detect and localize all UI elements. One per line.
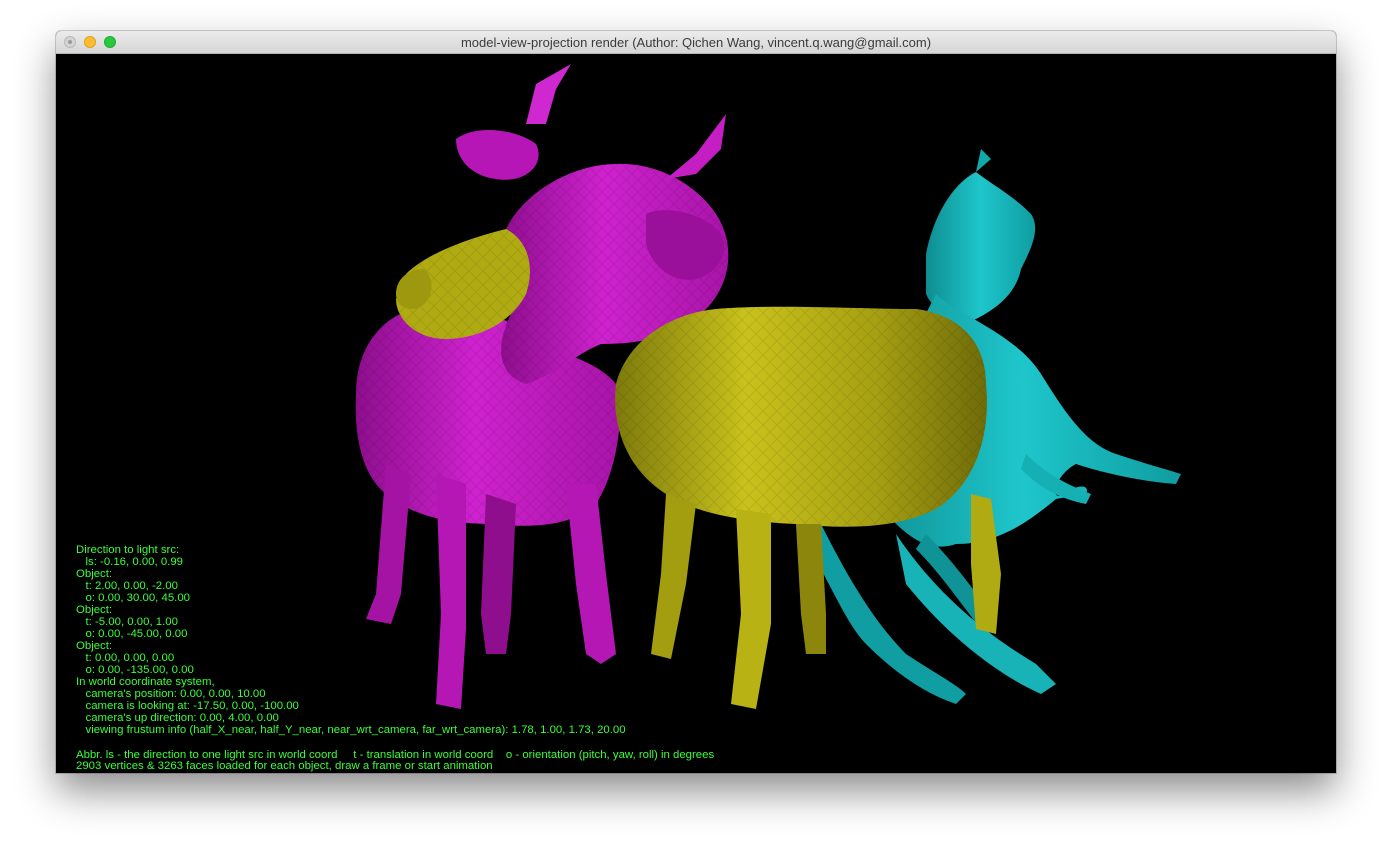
hud-line: Direction to light src:	[76, 544, 180, 556]
hud-line: Object:	[76, 640, 113, 652]
hud-status: 2903 vertices & 3263 faces loaded for ea…	[76, 760, 493, 772]
render-canvas[interactable]: Direction to light src: ls: -0.16, 0.00,…	[56, 54, 1336, 773]
hud-line: o: 0.00, 30.00, 45.00	[76, 592, 190, 604]
hud-line: viewing frustum info (half_X_near, half_…	[76, 724, 626, 736]
hud-line: t: -5.00, 0.00, 1.00	[76, 616, 178, 628]
hud-line: t: 2.00, 0.00, -2.00	[76, 580, 178, 592]
hud-line: camera's position: 0.00, 0.00, 10.00	[76, 688, 266, 700]
hud-line: Object:	[76, 568, 113, 580]
hud-info-panel: Direction to light src: ls: -0.16, 0.00,…	[76, 544, 626, 736]
app-window: model-view-projection render (Author: Qi…	[56, 31, 1336, 773]
title-bar: model-view-projection render (Author: Qi…	[56, 31, 1336, 54]
hud-line: Object:	[76, 604, 113, 616]
window-title: model-view-projection render (Author: Qi…	[460, 35, 932, 50]
hud-line: ls: -0.16, 0.00, 0.99	[76, 556, 184, 568]
hud-line: t: 0.00, 0.00, 0.00	[76, 652, 175, 664]
hud-line: camera's up direction: 0.00, 4.00, 0.00	[76, 712, 279, 724]
hud-line: o: 0.00, -45.00, 0.00	[76, 628, 188, 640]
hud-line: In world coordinate system,	[76, 676, 215, 688]
hud-line: camera is looking at: -17.50, 0.00, -100…	[76, 700, 299, 712]
hud-line: o: 0.00, -135.00, 0.00	[76, 664, 194, 676]
